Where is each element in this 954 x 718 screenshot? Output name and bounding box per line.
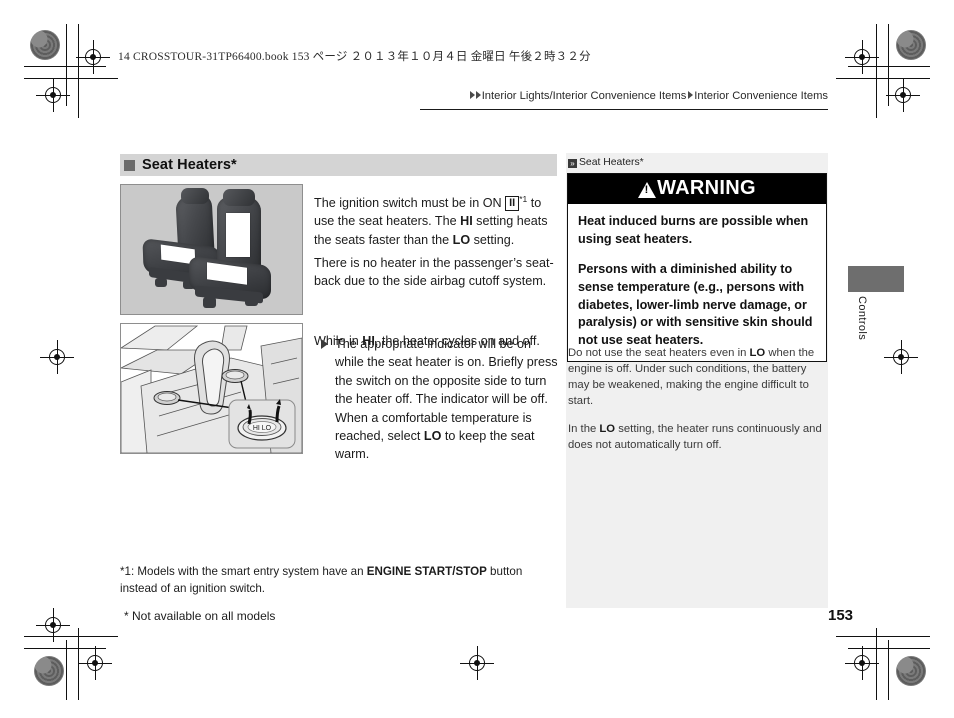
registration-mark-right-upper [886,78,920,112]
sidebar-reference-label: » Seat Heaters* [568,157,644,168]
section-heading: Seat Heaters* [120,154,557,176]
note2-text-a: In the [568,423,600,436]
svg-text:HI LO: HI LO [253,425,272,432]
warning-paragraph-2: Persons with a diminished ability to sen… [578,261,813,348]
halftone-registration-dot-top-left [30,30,60,60]
note1-bold-lo: LO [749,347,766,359]
paragraph-no-passenger-seatback-heater: There is no heater in the passenger’s se… [314,255,554,288]
crop-line-bottom-right-h2 [836,636,930,637]
console-line-art: HI LO [121,324,302,453]
crop-line-bottom-right-v [888,640,889,700]
driver-seat-rail-2 [245,295,258,306]
registration-mark-top-left [76,40,110,74]
note1-text-a: Do not use the seat heaters even in [568,347,750,359]
warning-triangle-icon [638,181,657,198]
sidebar-notes-panel: »Seat Heaters* WARNING Heat induced burn… [566,153,828,608]
footnote-prefix: *1: Models with the smart entry system h… [120,565,367,578]
registration-mark-bottom-right [845,646,879,680]
crop-line-bottom-right-h [848,648,930,649]
warning-paragraph-1: Heat induced burns are possible when usi… [578,214,809,246]
right-seat-heater-switch [221,369,249,383]
warning-title-text: WARNING [657,177,756,199]
crop-line-bottom-left-v [66,640,67,700]
bullet-text: The appropriate indicator will be on whi… [335,335,558,464]
registration-mark-left-middle [40,340,74,374]
page-title: Seat Heaters* [142,157,237,173]
driver-seatback-heat-area [226,213,250,257]
note2-bold-lo: LO [599,423,616,436]
p1-text-c: setting. [470,232,515,247]
square-bullet-icon [124,159,135,171]
reference-arrow-icon: » [568,159,577,168]
passenger-seat-rail [155,278,167,287]
warning-box: WARNING Heat induced burns are possible … [567,173,827,363]
sidebar-reference-text: Seat Heaters* [579,157,644,168]
crop-line-top-left-h2 [24,78,118,79]
registration-mark-bottom-left [78,646,112,680]
sidebar-notes: Do not use the seat heaters even in LO w… [568,345,824,453]
crop-line-bottom-left-v2 [78,628,79,700]
left-seat-heater-switch [153,391,181,405]
chapter-tab-marker [848,266,904,292]
manual-page: 14 CROSSTOUR-31TP66400.book 153 ページ ２０１３… [0,0,954,718]
bullet-text-a: The appropriate indicator will be on whi… [335,337,558,443]
crop-line-top-right-h [848,66,930,67]
footnote-bold-engine-start-stop: ENGINE START/STOP [366,565,487,578]
passenger-headrest [181,188,209,204]
book-file-header: 14 CROSSTOUR-31TP66400.book 153 ページ ２０１３… [118,51,591,63]
crop-line-top-left-h [24,66,106,67]
footnote-engine-start-stop: *1: Models with the smart entry system h… [120,563,550,598]
page-number: 153 [828,607,854,624]
warning-body: Heat induced burns are possible when usi… [568,204,826,361]
registration-mark-bottom-center [460,646,494,680]
breadcrumb: Interior Lights/Interior Convenience Ite… [420,90,828,102]
registration-mark-top-right [845,40,879,74]
figure-front-seats [120,184,303,315]
switch-callout-detail: HI LO [228,399,296,449]
footnote-availability: * Not available on all models [124,609,276,623]
driver-seat-rail [203,297,216,308]
crop-line-bottom-left-h2 [24,636,118,637]
crop-line-top-left-v [66,24,67,106]
chapter-tab-label: Controls [856,296,868,341]
halftone-registration-dot-bottom-left [34,656,64,686]
p1-bold-lo: LO [452,232,471,247]
bullet-bold-lo: LO [423,428,442,443]
paragraph-ignition-switch: The ignition switch must be in ON II *1 t… [314,193,554,249]
bullet-arrow-icon [321,339,328,349]
registration-mark-left-upper [36,78,70,112]
breadcrumb-arrow-icon-2 [475,91,481,100]
crop-line-top-right-v [888,24,889,106]
crop-line-bottom-left-h [24,648,106,649]
driver-headrest [223,189,255,206]
registration-mark-right-middle [884,340,918,374]
p1-bold-hi: HI [460,214,473,229]
sidebar-note-2: In the LO setting, the heater runs conti… [568,421,824,453]
warning-header: WARNING [568,174,826,204]
p1-text-before: The ignition switch must be in ON [314,195,506,210]
crop-line-top-left-v2 [78,24,79,118]
crop-line-bottom-right-v2 [876,628,877,700]
bullet-indicator-behavior: The appropriate indicator will be on whi… [314,335,558,464]
breadcrumb-arrow-icon-3 [688,91,694,100]
halftone-registration-dot-bottom-right [896,656,926,686]
halftone-registration-dot-top-right [896,30,926,60]
crop-line-top-right-h2 [836,78,930,79]
breadcrumb-item-2: Interior Convenience Items [694,90,828,102]
breadcrumb-rule [420,109,828,111]
breadcrumb-arrow-icon [469,91,475,100]
breadcrumb-item-1: Interior Lights/Interior Convenience Ite… [481,90,687,102]
ignition-position-ii-icon: II [505,195,520,211]
figure-center-console: HI LO [120,323,303,454]
sidebar-note-1: Do not use the seat heaters even in LO w… [568,345,824,409]
crop-line-top-right-v2 [876,24,877,118]
